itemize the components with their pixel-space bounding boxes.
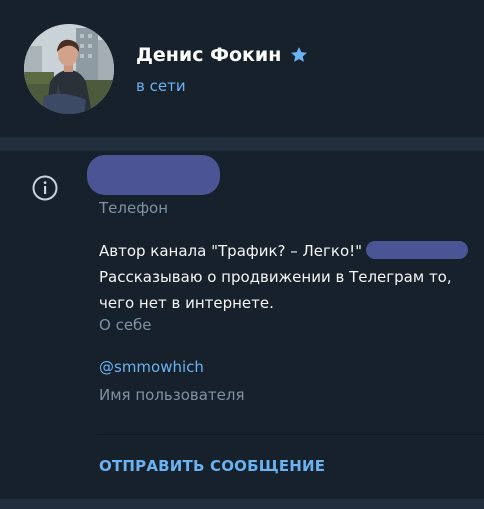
- bio-text: Автор канала "Трафик? – Легко!" Рассказы…: [99, 238, 469, 316]
- bio-link-redacted[interactable]: [366, 241, 469, 259]
- divider: [97, 434, 484, 435]
- username-link[interactable]: @smmowhich: [99, 358, 204, 376]
- bio-line-3: чего нет в интернете.: [99, 294, 274, 312]
- star-icon: [289, 45, 309, 65]
- avatar[interactable]: [24, 24, 114, 114]
- info-icon: [32, 175, 58, 201]
- bio-line-2: Рассказываю о продвижении в Телеграм то,: [99, 268, 452, 286]
- section-divider: [0, 137, 484, 151]
- send-message-button[interactable]: ОТПРАВИТЬ СООБЩЕНИЕ: [99, 457, 325, 475]
- profile-name-text: Денис Фокин: [136, 44, 282, 66]
- info-section: Телефон Автор канала "Трафик? – Легко!" …: [0, 151, 484, 499]
- phone-label: Телефон: [99, 199, 169, 217]
- bio-line-1: Автор канала "Трафик? – Легко!": [99, 238, 469, 264]
- bio-label: О себе: [99, 316, 152, 334]
- username-label: Имя пользователя: [99, 386, 245, 404]
- online-status: в сети: [136, 77, 186, 95]
- phone-value-redacted[interactable]: [87, 155, 220, 195]
- bottom-divider: [0, 499, 484, 509]
- profile-header: Денис Фокин в сети: [0, 0, 484, 137]
- profile-name: Денис Фокин: [136, 44, 309, 66]
